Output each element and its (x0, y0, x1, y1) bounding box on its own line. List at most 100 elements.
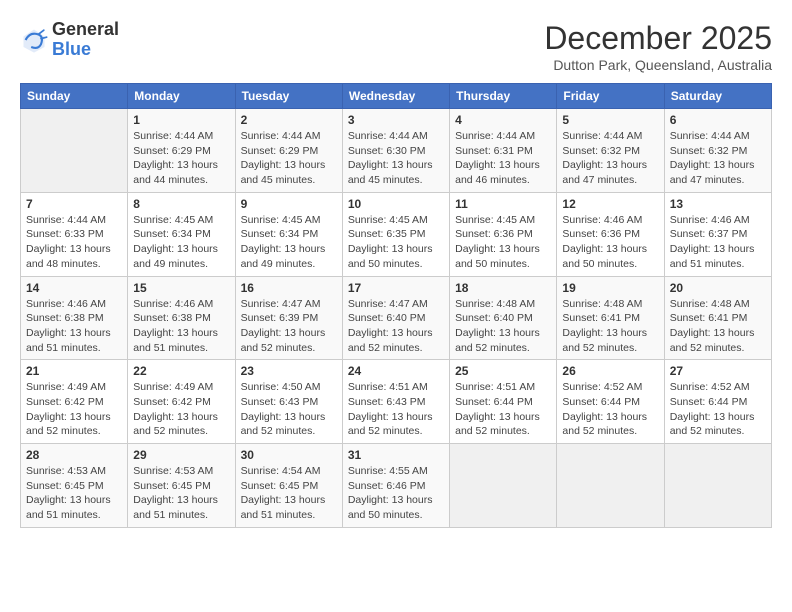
day-info: Sunrise: 4:44 AMSunset: 6:31 PMDaylight:… (455, 129, 551, 188)
days-of-week-row: SundayMondayTuesdayWednesdayThursdayFrid… (21, 84, 772, 109)
day-number: 26 (562, 364, 658, 378)
calendar-cell: 17Sunrise: 4:47 AMSunset: 6:40 PMDayligh… (342, 276, 449, 360)
day-info: Sunrise: 4:45 AMSunset: 6:36 PMDaylight:… (455, 213, 551, 272)
calendar-cell: 14 Sunrise: 4:46 AMSunset: 6:38 PMDayligh… (21, 276, 128, 360)
day-number: 24 (348, 364, 444, 378)
logo-blue: Blue (52, 40, 119, 60)
calendar-cell (21, 109, 128, 193)
day-number: 1 (133, 113, 229, 127)
day-number: 10 (348, 197, 444, 211)
day-number: 2 (241, 113, 337, 127)
day-number: 29 (133, 448, 229, 462)
day-number: 3 (348, 113, 444, 127)
calendar-cell: 23 Sunrise: 4:50 AMSunset: 6:43 PMDayligh… (235, 360, 342, 444)
calendar-header: SundayMondayTuesdayWednesdayThursdayFrid… (21, 84, 772, 109)
day-info: Sunrise: 4:45 AMSunset: 6:35 PMDaylight:… (348, 213, 444, 272)
calendar-cell (664, 444, 771, 528)
calendar-cell: 7Sunrise: 4:44 AMSunset: 6:33 PMDaylight… (21, 192, 128, 276)
day-of-week-header: Wednesday (342, 84, 449, 109)
calendar-cell: 13 Sunrise: 4:46 AMSunset: 6:37 PMDayligh… (664, 192, 771, 276)
page-container: General Blue December 2025 Dutton Park, … (20, 20, 772, 528)
day-info: Sunrise: 4:46 AMSunset: 6:37 PMDaylight:… (670, 213, 766, 272)
day-number: 23 (241, 364, 337, 378)
day-number: 31 (348, 448, 444, 462)
day-number: 16 (241, 281, 337, 295)
calendar-cell: 10 Sunrise: 4:45 AMSunset: 6:35 PMDayligh… (342, 192, 449, 276)
calendar-cell: 25Sunrise: 4:51 AMSunset: 6:44 PMDayligh… (450, 360, 557, 444)
day-info: Sunrise: 4:44 AMSunset: 6:30 PMDaylight:… (348, 129, 444, 188)
day-info: Sunrise: 4:47 AMSunset: 6:40 PMDaylight:… (348, 297, 444, 356)
day-number: 15 (133, 281, 229, 295)
day-info: Sunrise: 4:44 AMSunset: 6:29 PMDaylight:… (241, 129, 337, 188)
day-info: Sunrise: 4:53 AMSunset: 6:45 PMDaylight:… (133, 464, 229, 523)
logo-icon (20, 26, 48, 54)
day-info: Sunrise: 4:53 AMSunset: 6:45 PMDaylight:… (26, 464, 122, 523)
day-info: Sunrise: 4:46 AMSunset: 6:38 PMDaylight:… (26, 297, 122, 356)
day-of-week-header: Thursday (450, 84, 557, 109)
day-number: 14 (26, 281, 122, 295)
calendar-cell: 24 Sunrise: 4:51 AMSunset: 6:43 PMDayligh… (342, 360, 449, 444)
day-number: 4 (455, 113, 551, 127)
logo-text: General Blue (52, 20, 119, 60)
title-area: December 2025 Dutton Park, Queensland, A… (544, 20, 772, 73)
day-of-week-header: Tuesday (235, 84, 342, 109)
calendar-cell: 11 Sunrise: 4:45 AMSunset: 6:36 PMDayligh… (450, 192, 557, 276)
day-info: Sunrise: 4:46 AMSunset: 6:38 PMDaylight:… (133, 297, 229, 356)
day-info: Sunrise: 4:47 AMSunset: 6:39 PMDaylight:… (241, 297, 337, 356)
day-number: 18 (455, 281, 551, 295)
calendar-cell: 29 Sunrise: 4:53 AMSunset: 6:45 PMDayligh… (128, 444, 235, 528)
day-of-week-header: Sunday (21, 84, 128, 109)
day-info: Sunrise: 4:45 AMSunset: 6:34 PMDaylight:… (241, 213, 337, 272)
calendar-cell: 27 Sunrise: 4:52 AMSunset: 6:44 PMDayligh… (664, 360, 771, 444)
logo-general: General (52, 20, 119, 40)
calendar-cell: 20 Sunrise: 4:48 AMSunset: 6:41 PMDayligh… (664, 276, 771, 360)
day-info: Sunrise: 4:52 AMSunset: 6:44 PMDaylight:… (562, 380, 658, 439)
day-info: Sunrise: 4:44 AMSunset: 6:32 PMDaylight:… (670, 129, 766, 188)
day-number: 20 (670, 281, 766, 295)
calendar-cell: 19 Sunrise: 4:48 AMSunset: 6:41 PMDayligh… (557, 276, 664, 360)
day-number: 22 (133, 364, 229, 378)
calendar-table: SundayMondayTuesdayWednesdayThursdayFrid… (20, 83, 772, 528)
day-info: Sunrise: 4:46 AMSunset: 6:36 PMDaylight:… (562, 213, 658, 272)
calendar-cell (557, 444, 664, 528)
day-info: Sunrise: 4:54 AMSunset: 6:45 PMDaylight:… (241, 464, 337, 523)
calendar-week-row: 7Sunrise: 4:44 AMSunset: 6:33 PMDaylight… (21, 192, 772, 276)
day-info: Sunrise: 4:49 AMSunset: 6:42 PMDaylight:… (133, 380, 229, 439)
day-info: Sunrise: 4:51 AMSunset: 6:43 PMDaylight:… (348, 380, 444, 439)
day-number: 19 (562, 281, 658, 295)
day-info: Sunrise: 4:44 AMSunset: 6:29 PMDaylight:… (133, 129, 229, 188)
day-number: 8 (133, 197, 229, 211)
day-info: Sunrise: 4:45 AMSunset: 6:34 PMDaylight:… (133, 213, 229, 272)
day-info: Sunrise: 4:55 AMSunset: 6:46 PMDaylight:… (348, 464, 444, 523)
day-info: Sunrise: 4:48 AMSunset: 6:41 PMDaylight:… (670, 297, 766, 356)
day-number: 6 (670, 113, 766, 127)
day-info: Sunrise: 4:48 AMSunset: 6:40 PMDaylight:… (455, 297, 551, 356)
calendar-cell: 28 Sunrise: 4:53 AMSunset: 6:45 PMDayligh… (21, 444, 128, 528)
calendar-cell: 1 Sunrise: 4:44 AMSunset: 6:29 PMDaylight… (128, 109, 235, 193)
calendar-cell: 12Sunrise: 4:46 AMSunset: 6:36 PMDayligh… (557, 192, 664, 276)
calendar-cell: 30Sunrise: 4:54 AMSunset: 6:45 PMDayligh… (235, 444, 342, 528)
calendar-cell: 26 Sunrise: 4:52 AMSunset: 6:44 PMDayligh… (557, 360, 664, 444)
day-of-week-header: Friday (557, 84, 664, 109)
calendar-cell: 15 Sunrise: 4:46 AMSunset: 6:38 PMDayligh… (128, 276, 235, 360)
day-info: Sunrise: 4:52 AMSunset: 6:44 PMDaylight:… (670, 380, 766, 439)
day-number: 28 (26, 448, 122, 462)
day-info: Sunrise: 4:48 AMSunset: 6:41 PMDaylight:… (562, 297, 658, 356)
calendar-body: 1 Sunrise: 4:44 AMSunset: 6:29 PMDaylight… (21, 109, 772, 528)
calendar-cell: 4 Sunrise: 4:44 AMSunset: 6:31 PMDaylight… (450, 109, 557, 193)
page-subtitle: Dutton Park, Queensland, Australia (544, 57, 772, 73)
day-number: 11 (455, 197, 551, 211)
day-number: 27 (670, 364, 766, 378)
calendar-cell: 18 Sunrise: 4:48 AMSunset: 6:40 PMDayligh… (450, 276, 557, 360)
day-of-week-header: Saturday (664, 84, 771, 109)
calendar-week-row: 28 Sunrise: 4:53 AMSunset: 6:45 PMDayligh… (21, 444, 772, 528)
day-info: Sunrise: 4:50 AMSunset: 6:43 PMDaylight:… (241, 380, 337, 439)
day-info: Sunrise: 4:44 AMSunset: 6:33 PMDaylight:… (26, 213, 122, 272)
day-info: Sunrise: 4:51 AMSunset: 6:44 PMDaylight:… (455, 380, 551, 439)
calendar-cell (450, 444, 557, 528)
day-number: 13 (670, 197, 766, 211)
page-title: December 2025 (544, 20, 772, 57)
day-number: 21 (26, 364, 122, 378)
calendar-cell: 21Sunrise: 4:49 AMSunset: 6:42 PMDayligh… (21, 360, 128, 444)
calendar-week-row: 14 Sunrise: 4:46 AMSunset: 6:38 PMDayligh… (21, 276, 772, 360)
